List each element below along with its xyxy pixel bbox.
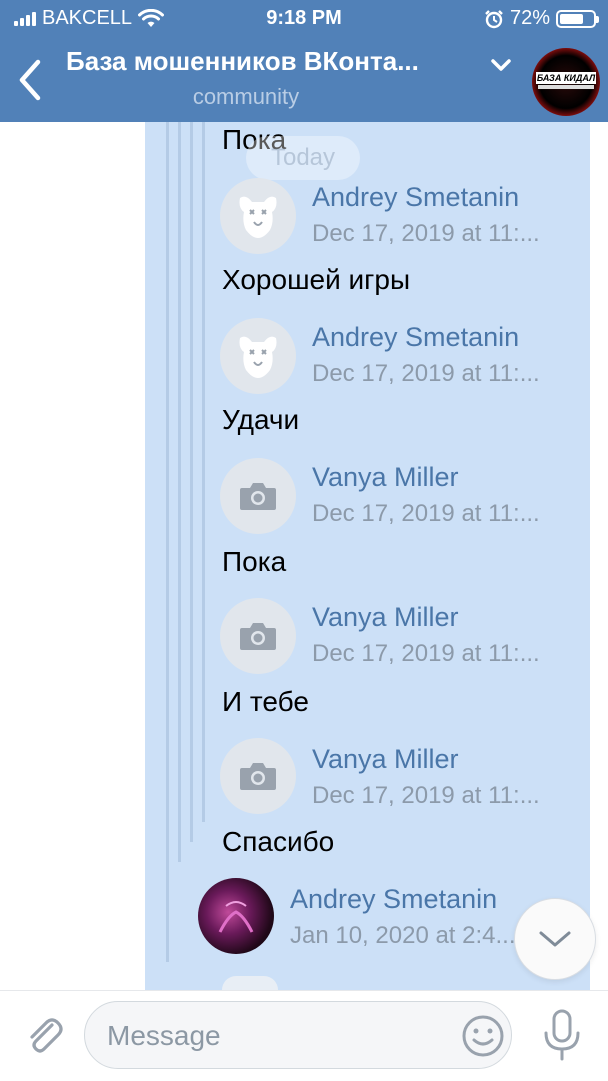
chat-subtitle-text: community [192, 84, 300, 109]
thread-line [202, 122, 205, 822]
thread-line [166, 122, 169, 962]
group-avatar-logo-strip [538, 85, 594, 89]
message-text: И тебе [222, 686, 309, 717]
thread-line [190, 122, 193, 842]
message-date: Dec 17, 2019 at 11:... [312, 782, 540, 809]
message-date: Dec 17, 2019 at 11:... [312, 640, 540, 667]
avatar[interactable] [220, 598, 296, 674]
message-author[interactable]: Andrey Smetanin [290, 884, 497, 915]
group-avatar[interactable]: БАЗА КИДАЛ [532, 48, 600, 116]
message-text: Спасибо [222, 826, 335, 857]
thread-line [178, 122, 181, 862]
avatar[interactable] [220, 178, 296, 254]
chat-title[interactable]: База мошенников ВКонта... [66, 46, 486, 77]
group-avatar-logo: БАЗА КИДАЛ [536, 72, 596, 84]
avatar [222, 976, 278, 990]
chat-header: База мошенников ВКонта... community БАЗА… [0, 38, 608, 122]
message-author[interactable]: Vanya Miller [312, 602, 459, 633]
message-composer [0, 990, 608, 1081]
battery-icon [556, 9, 599, 28]
message-input-box [84, 1001, 512, 1069]
forwarded-messages-area [145, 122, 590, 990]
message-date: Dec 17, 2019 at 11:... [312, 500, 540, 527]
message-author[interactable]: Andrey Smetanin [312, 182, 519, 213]
deactivated-dog-icon [239, 336, 277, 378]
message-author[interactable]: Vanya Miller [312, 462, 459, 493]
message-date: Dec 17, 2019 at 11:... [312, 360, 540, 387]
alarm-icon [485, 9, 503, 28]
camera-icon [240, 483, 276, 510]
status-right: 72% [484, 7, 599, 30]
message-text: Пока [222, 546, 287, 577]
message-text: Удачи [222, 404, 300, 435]
status-bar: BAKCELL 9:18 PM 72% [0, 0, 608, 38]
chevron-down-icon [539, 931, 571, 947]
message-input[interactable] [105, 1012, 449, 1060]
emoji-icon[interactable] [461, 1014, 505, 1058]
avatar[interactable] [220, 458, 296, 534]
avatar[interactable] [220, 738, 296, 814]
avatar-photo-figure [218, 901, 254, 933]
scroll-down-button[interactable] [514, 898, 596, 980]
deactivated-dog-icon [239, 196, 277, 238]
chat-subtitle: community [66, 84, 486, 110]
message-text: Хорошей игры [222, 264, 411, 295]
chevron-down-icon[interactable] [488, 52, 514, 78]
microphone-icon[interactable] [540, 1009, 584, 1063]
photo-avatar[interactable] [198, 878, 274, 954]
paperclip-icon[interactable] [22, 1013, 66, 1057]
message-date: Jan 10, 2020 at 2:4... [290, 922, 516, 949]
message-author[interactable]: Vanya Miller [312, 744, 459, 775]
back-button[interactable] [16, 58, 46, 102]
message-author[interactable]: Andrey Smetanin [312, 322, 519, 353]
camera-icon [240, 623, 276, 650]
battery-percent: 72% [509, 7, 550, 29]
avatar[interactable] [220, 318, 296, 394]
message-date: Dec 17, 2019 at 11:... [312, 220, 540, 247]
camera-icon [240, 763, 276, 790]
date-separator: Today [246, 136, 360, 180]
